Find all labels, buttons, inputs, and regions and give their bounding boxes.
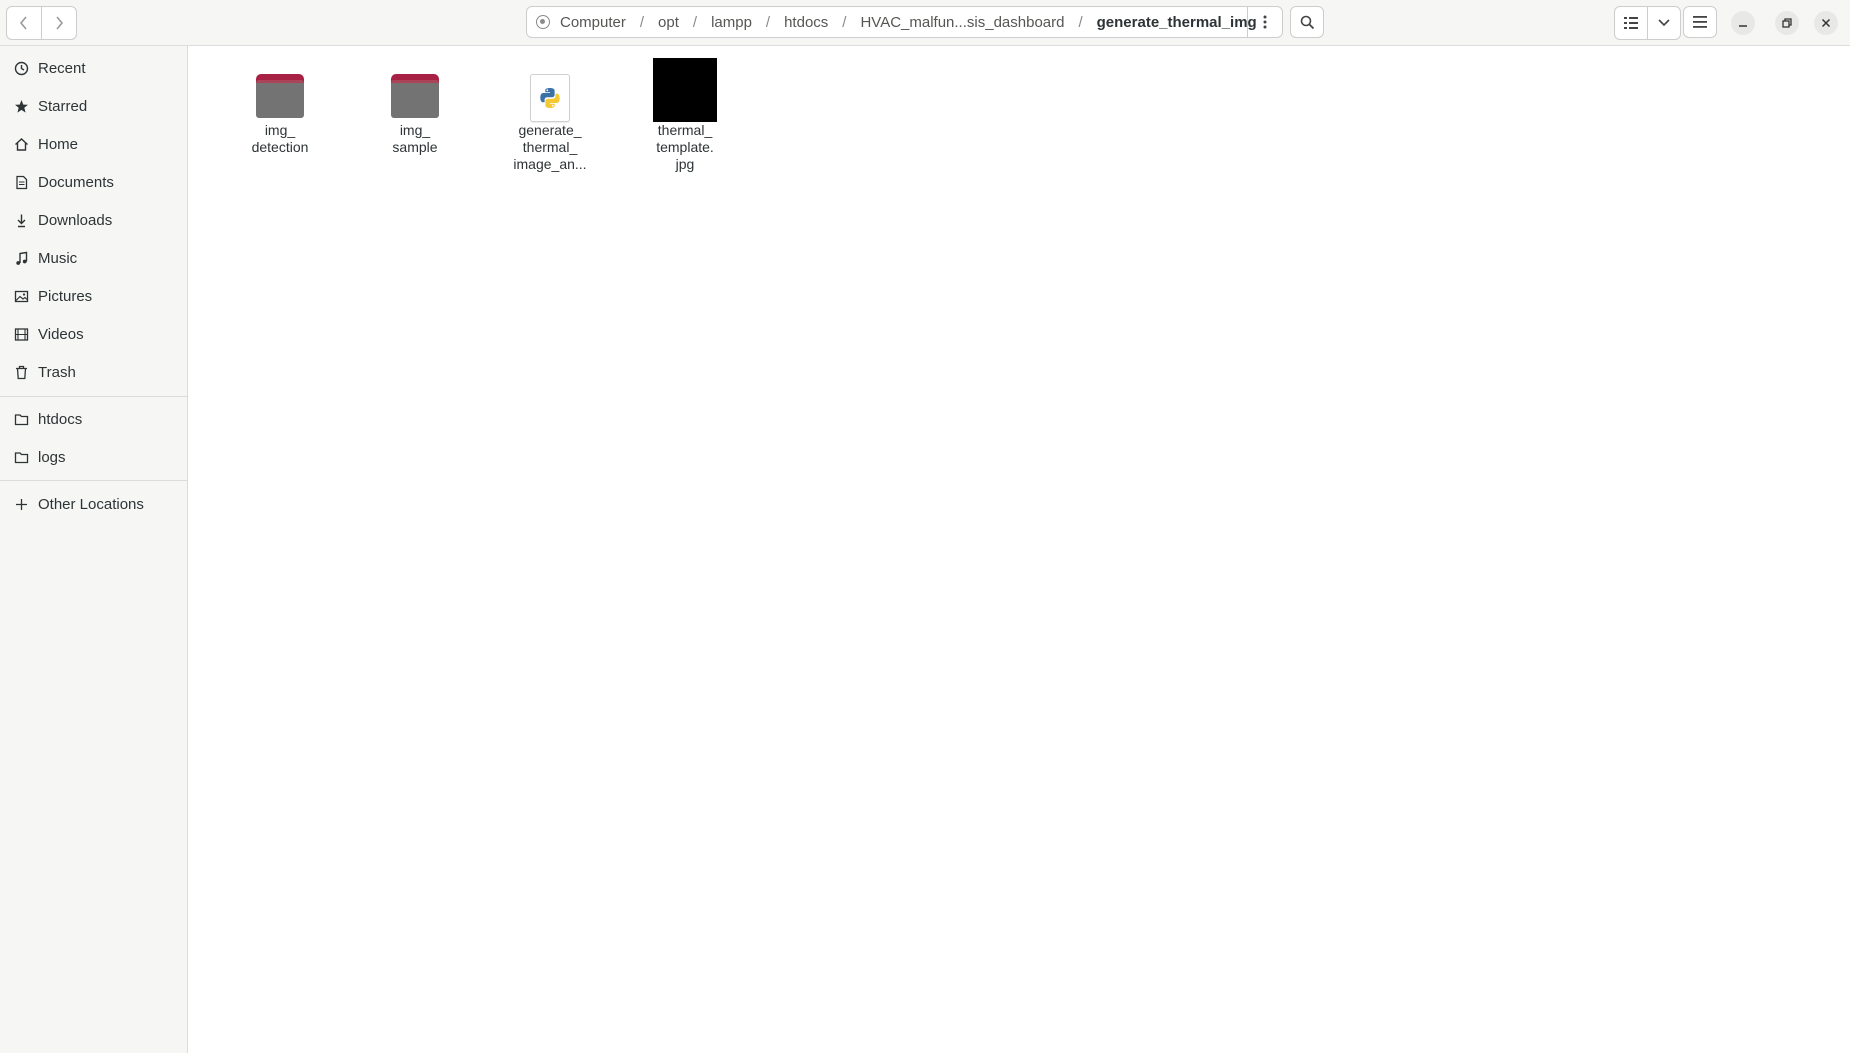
close-button[interactable] [1814,11,1838,35]
picture-icon [13,288,29,304]
maximize-button[interactable] [1775,11,1799,35]
sidebar-item-music[interactable]: Music [0,240,187,276]
file-name: thermal_ template. jpg [656,122,714,172]
chevron-down-icon [1658,19,1670,27]
sidebar-item-label: Trash [38,363,76,381]
restore-icon [1782,18,1792,28]
sidebar-item-logs[interactable]: logs [0,439,187,475]
computer-icon [536,15,550,29]
view-options-dropdown[interactable] [1647,7,1680,39]
file-item-img-sample[interactable]: img_ sample [360,52,470,156]
search-icon [1300,15,1314,29]
file-name: img_ sample [392,122,438,155]
breadcrumb-separator: / [1078,13,1083,31]
sidebar-divider [0,396,187,397]
sidebar-item-label: Documents [38,173,114,191]
sidebar-item-trash[interactable]: Trash [0,354,187,390]
breadcrumb-lampp[interactable]: lampp [707,14,756,31]
home-icon [13,136,29,152]
image-thumbnail [630,52,740,122]
folder-thumbnail [225,52,335,122]
breadcrumb-separator: / [842,13,847,31]
file-item-python-script[interactable]: generate_ thermal_ image_an... [495,52,605,173]
breadcrumb-current-folder[interactable]: generate_thermal_img [1093,14,1261,31]
sidebar-item-htdocs[interactable]: htdocs [0,401,187,437]
minimize-icon [1739,25,1747,27]
file-name: generate_ thermal_ image_an... [513,122,587,172]
sidebar-item-label: logs [38,448,66,466]
sidebar-item-label: Recent [38,59,86,77]
sidebar-item-other-locations[interactable]: Other Locations [0,486,187,522]
document-icon [13,174,29,190]
breadcrumb-separator: / [639,13,645,31]
file-item-img-detection[interactable]: img_ detection [225,52,335,156]
folder-icon [391,74,439,118]
path-bar: Computer / opt / lampp / htdocs / HVAC_m… [526,6,1283,38]
search-button[interactable] [1290,6,1324,38]
chevron-left-icon [19,16,27,30]
sidebar-item-documents[interactable]: Documents [0,164,187,200]
vertical-dots-icon [1263,15,1267,29]
view-toggle-group [1614,6,1681,40]
sidebar-item-home[interactable]: Home [0,126,187,162]
sidebar-item-label: htdocs [38,410,83,428]
main-menu-button[interactable] [1683,6,1717,38]
sidebar: Recent Starred Home Documents Downloads [0,46,188,1053]
sidebar-item-label: Starred [38,97,88,115]
python-file-thumbnail [495,52,605,122]
sidebar-item-starred[interactable]: Starred [0,88,187,124]
file-manager-window: Computer / opt / lampp / htdocs / HVAC_m… [0,0,1850,1053]
folder-thumbnail [360,52,470,122]
sidebar-item-pictures[interactable]: Pictures [0,278,187,314]
file-name: img_ detection [251,122,309,155]
download-icon [13,212,29,228]
close-icon [1821,18,1831,28]
file-grid: img_ detection img_ sample generate_ the… [188,46,1850,1053]
path-options-button[interactable] [1247,7,1282,37]
list-view-button[interactable] [1615,7,1647,39]
sidebar-item-label: Music [38,249,78,267]
folder-icon [13,449,29,465]
sidebar-item-downloads[interactable]: Downloads [0,202,187,238]
star-icon [13,98,29,114]
plus-icon [13,496,29,512]
minimize-button[interactable] [1731,11,1755,35]
sidebar-item-videos[interactable]: Videos [0,316,187,352]
video-icon [13,326,29,342]
trash-icon [13,364,29,380]
sidebar-item-label: Pictures [38,287,93,305]
breadcrumb-htdocs[interactable]: htdocs [780,14,832,31]
sidebar-item-label: Home [38,135,79,153]
sidebar-item-recent[interactable]: Recent [0,50,187,86]
breadcrumb-hvac-dashboard[interactable]: HVAC_malfun...sis_dashboard [856,14,1068,31]
navigation-buttons [6,6,77,40]
sidebar-item-label: Other Locations [38,495,144,513]
list-view-icon [1624,17,1638,29]
breadcrumb-separator: / [765,13,771,31]
python-file-icon [530,74,570,122]
breadcrumb-opt[interactable]: opt [654,14,683,31]
hamburger-menu-icon [1693,16,1707,28]
header-bar: Computer / opt / lampp / htdocs / HVAC_m… [0,0,1850,46]
forward-button[interactable] [41,7,76,39]
sidebar-divider [0,480,187,481]
breadcrumb-separator: / [692,13,698,31]
sidebar-item-label: Downloads [38,211,113,229]
back-button[interactable] [7,7,41,39]
folder-icon [256,74,304,118]
file-item-thermal-template[interactable]: thermal_ template. jpg [630,52,740,173]
chevron-right-icon [56,16,64,30]
folder-icon [13,411,29,427]
sidebar-item-label: Videos [38,325,84,343]
image-preview [653,58,717,122]
music-icon [13,250,29,266]
breadcrumb-computer[interactable]: Computer [556,14,630,31]
clock-icon [13,60,29,76]
